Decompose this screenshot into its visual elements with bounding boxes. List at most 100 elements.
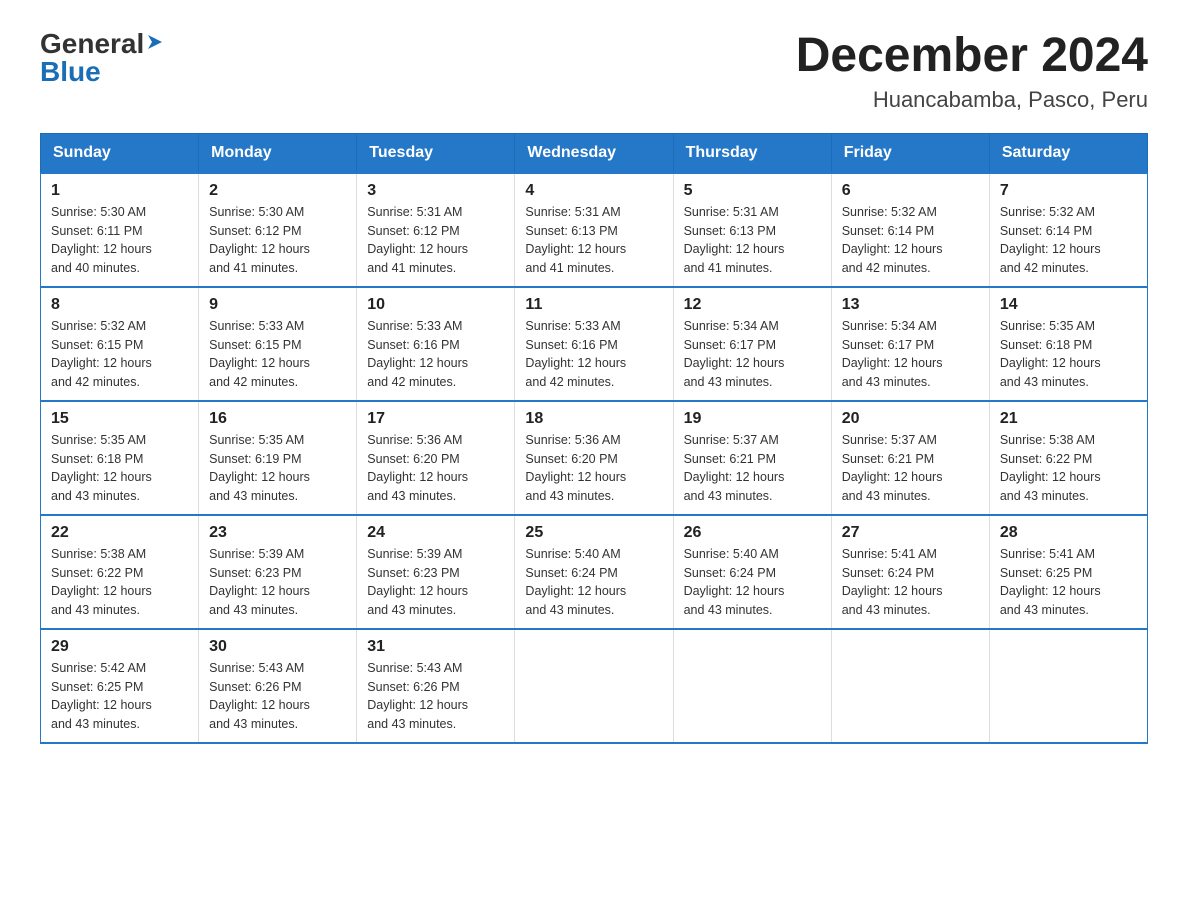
day-info: Sunrise: 5:32 AMSunset: 6:15 PMDaylight:… bbox=[51, 317, 188, 392]
day-info: Sunrise: 5:41 AMSunset: 6:25 PMDaylight:… bbox=[1000, 545, 1137, 620]
calendar-header-row: Sunday Monday Tuesday Wednesday Thursday… bbox=[41, 133, 1148, 173]
day-info: Sunrise: 5:33 AMSunset: 6:15 PMDaylight:… bbox=[209, 317, 346, 392]
table-row: 15Sunrise: 5:35 AMSunset: 6:18 PMDayligh… bbox=[41, 401, 199, 515]
day-number: 7 bbox=[1000, 182, 1137, 200]
table-row: 14 Sunrise: 5:35 AMSunset: 6:18 PMDayligh… bbox=[989, 287, 1147, 401]
table-row: 28 Sunrise: 5:41 AMSunset: 6:25 PMDayligh… bbox=[989, 515, 1147, 629]
day-info: Sunrise: 5:38 AMSunset: 6:22 PMDaylight:… bbox=[51, 545, 188, 620]
day-info: Sunrise: 5:30 AMSunset: 6:11 PMDaylight:… bbox=[51, 203, 188, 278]
table-row: 7 Sunrise: 5:32 AMSunset: 6:14 PMDaylight… bbox=[989, 173, 1147, 287]
day-info: Sunrise: 5:31 AMSunset: 6:13 PMDaylight:… bbox=[525, 203, 662, 278]
table-row: 27 Sunrise: 5:41 AMSunset: 6:24 PMDayligh… bbox=[831, 515, 989, 629]
table-row: 17Sunrise: 5:36 AMSunset: 6:20 PMDayligh… bbox=[357, 401, 515, 515]
col-wednesday: Wednesday bbox=[515, 133, 673, 173]
logo-blue-text: Blue bbox=[40, 58, 101, 86]
table-row: 22Sunrise: 5:38 AMSunset: 6:22 PMDayligh… bbox=[41, 515, 199, 629]
day-number: 1 bbox=[51, 182, 188, 200]
day-number: 10 bbox=[367, 296, 504, 314]
table-row: 2Sunrise: 5:30 AMSunset: 6:12 PMDaylight… bbox=[199, 173, 357, 287]
day-number: 30 bbox=[209, 638, 346, 656]
table-row: 31 Sunrise: 5:43 AMSunset: 6:26 PMDayligh… bbox=[357, 629, 515, 743]
logo: General Blue bbox=[40, 30, 166, 86]
day-info: Sunrise: 5:43 AMSunset: 6:26 PMDaylight:… bbox=[209, 659, 346, 734]
table-row: 3Sunrise: 5:31 AMSunset: 6:12 PMDaylight… bbox=[357, 173, 515, 287]
day-number: 28 bbox=[1000, 524, 1137, 542]
logo-arrow-icon bbox=[144, 31, 166, 53]
day-info: Sunrise: 5:35 AMSunset: 6:18 PMDaylight:… bbox=[1000, 317, 1137, 392]
calendar-table: Sunday Monday Tuesday Wednesday Thursday… bbox=[40, 133, 1148, 744]
table-row: 23 Sunrise: 5:39 AMSunset: 6:23 PMDayligh… bbox=[199, 515, 357, 629]
day-info: Sunrise: 5:43 AMSunset: 6:26 PMDaylight:… bbox=[367, 659, 504, 734]
table-row bbox=[673, 629, 831, 743]
table-row: 6 Sunrise: 5:32 AMSunset: 6:14 PMDaylight… bbox=[831, 173, 989, 287]
col-tuesday: Tuesday bbox=[357, 133, 515, 173]
day-number: 4 bbox=[525, 182, 662, 200]
day-number: 31 bbox=[367, 638, 504, 656]
day-number: 5 bbox=[684, 182, 821, 200]
day-number: 6 bbox=[842, 182, 979, 200]
calendar-week-row: 1 Sunrise: 5:30 AMSunset: 6:11 PMDaylight… bbox=[41, 173, 1148, 287]
day-info: Sunrise: 5:40 AMSunset: 6:24 PMDaylight:… bbox=[684, 545, 821, 620]
day-info: Sunrise: 5:37 AMSunset: 6:21 PMDaylight:… bbox=[842, 431, 979, 506]
table-row: 21 Sunrise: 5:38 AMSunset: 6:22 PMDayligh… bbox=[989, 401, 1147, 515]
day-info: Sunrise: 5:32 AMSunset: 6:14 PMDaylight:… bbox=[842, 203, 979, 278]
table-row: 26 Sunrise: 5:40 AMSunset: 6:24 PMDayligh… bbox=[673, 515, 831, 629]
day-info: Sunrise: 5:33 AMSunset: 6:16 PMDaylight:… bbox=[525, 317, 662, 392]
col-friday: Friday bbox=[831, 133, 989, 173]
day-info: Sunrise: 5:34 AMSunset: 6:17 PMDaylight:… bbox=[684, 317, 821, 392]
table-row: 25Sunrise: 5:40 AMSunset: 6:24 PMDayligh… bbox=[515, 515, 673, 629]
col-saturday: Saturday bbox=[989, 133, 1147, 173]
table-row: 13 Sunrise: 5:34 AMSunset: 6:17 PMDayligh… bbox=[831, 287, 989, 401]
table-row: 19Sunrise: 5:37 AMSunset: 6:21 PMDayligh… bbox=[673, 401, 831, 515]
day-number: 16 bbox=[209, 410, 346, 428]
day-info: Sunrise: 5:42 AMSunset: 6:25 PMDaylight:… bbox=[51, 659, 188, 734]
month-title: December 2024 bbox=[796, 30, 1148, 83]
day-number: 14 bbox=[1000, 296, 1137, 314]
day-number: 26 bbox=[684, 524, 821, 542]
day-number: 20 bbox=[842, 410, 979, 428]
day-info: Sunrise: 5:38 AMSunset: 6:22 PMDaylight:… bbox=[1000, 431, 1137, 506]
day-number: 21 bbox=[1000, 410, 1137, 428]
col-monday: Monday bbox=[199, 133, 357, 173]
day-number: 23 bbox=[209, 524, 346, 542]
table-row: 4 Sunrise: 5:31 AMSunset: 6:13 PMDaylight… bbox=[515, 173, 673, 287]
table-row: 10 Sunrise: 5:33 AMSunset: 6:16 PMDayligh… bbox=[357, 287, 515, 401]
day-info: Sunrise: 5:31 AMSunset: 6:12 PMDaylight:… bbox=[367, 203, 504, 278]
table-row bbox=[989, 629, 1147, 743]
day-info: Sunrise: 5:39 AMSunset: 6:23 PMDaylight:… bbox=[367, 545, 504, 620]
day-info: Sunrise: 5:36 AMSunset: 6:20 PMDaylight:… bbox=[367, 431, 504, 506]
calendar-week-row: 8 Sunrise: 5:32 AMSunset: 6:15 PMDaylight… bbox=[41, 287, 1148, 401]
day-info: Sunrise: 5:32 AMSunset: 6:14 PMDaylight:… bbox=[1000, 203, 1137, 278]
day-number: 11 bbox=[525, 296, 662, 314]
table-row: 12 Sunrise: 5:34 AMSunset: 6:17 PMDayligh… bbox=[673, 287, 831, 401]
day-info: Sunrise: 5:36 AMSunset: 6:20 PMDaylight:… bbox=[525, 431, 662, 506]
table-row bbox=[831, 629, 989, 743]
day-number: 27 bbox=[842, 524, 979, 542]
day-number: 19 bbox=[684, 410, 821, 428]
table-row: 5 Sunrise: 5:31 AMSunset: 6:13 PMDaylight… bbox=[673, 173, 831, 287]
day-info: Sunrise: 5:41 AMSunset: 6:24 PMDaylight:… bbox=[842, 545, 979, 620]
location-text: Huancabamba, Pasco, Peru bbox=[796, 87, 1148, 113]
day-number: 8 bbox=[51, 296, 188, 314]
day-info: Sunrise: 5:34 AMSunset: 6:17 PMDaylight:… bbox=[842, 317, 979, 392]
day-number: 18 bbox=[525, 410, 662, 428]
day-info: Sunrise: 5:33 AMSunset: 6:16 PMDaylight:… bbox=[367, 317, 504, 392]
calendar-week-row: 15Sunrise: 5:35 AMSunset: 6:18 PMDayligh… bbox=[41, 401, 1148, 515]
day-number: 12 bbox=[684, 296, 821, 314]
table-row: 30 Sunrise: 5:43 AMSunset: 6:26 PMDayligh… bbox=[199, 629, 357, 743]
table-row: 24 Sunrise: 5:39 AMSunset: 6:23 PMDayligh… bbox=[357, 515, 515, 629]
day-number: 24 bbox=[367, 524, 504, 542]
logo-general-text: General bbox=[40, 30, 144, 58]
table-row: 9 Sunrise: 5:33 AMSunset: 6:15 PMDaylight… bbox=[199, 287, 357, 401]
title-block: December 2024 Huancabamba, Pasco, Peru bbox=[796, 30, 1148, 113]
day-number: 29 bbox=[51, 638, 188, 656]
day-number: 13 bbox=[842, 296, 979, 314]
day-number: 9 bbox=[209, 296, 346, 314]
table-row: 29 Sunrise: 5:42 AMSunset: 6:25 PMDayligh… bbox=[41, 629, 199, 743]
col-sunday: Sunday bbox=[41, 133, 199, 173]
table-row: 11 Sunrise: 5:33 AMSunset: 6:16 PMDayligh… bbox=[515, 287, 673, 401]
day-info: Sunrise: 5:39 AMSunset: 6:23 PMDaylight:… bbox=[209, 545, 346, 620]
table-row: 1 Sunrise: 5:30 AMSunset: 6:11 PMDaylight… bbox=[41, 173, 199, 287]
day-info: Sunrise: 5:40 AMSunset: 6:24 PMDaylight:… bbox=[525, 545, 662, 620]
day-info: Sunrise: 5:31 AMSunset: 6:13 PMDaylight:… bbox=[684, 203, 821, 278]
